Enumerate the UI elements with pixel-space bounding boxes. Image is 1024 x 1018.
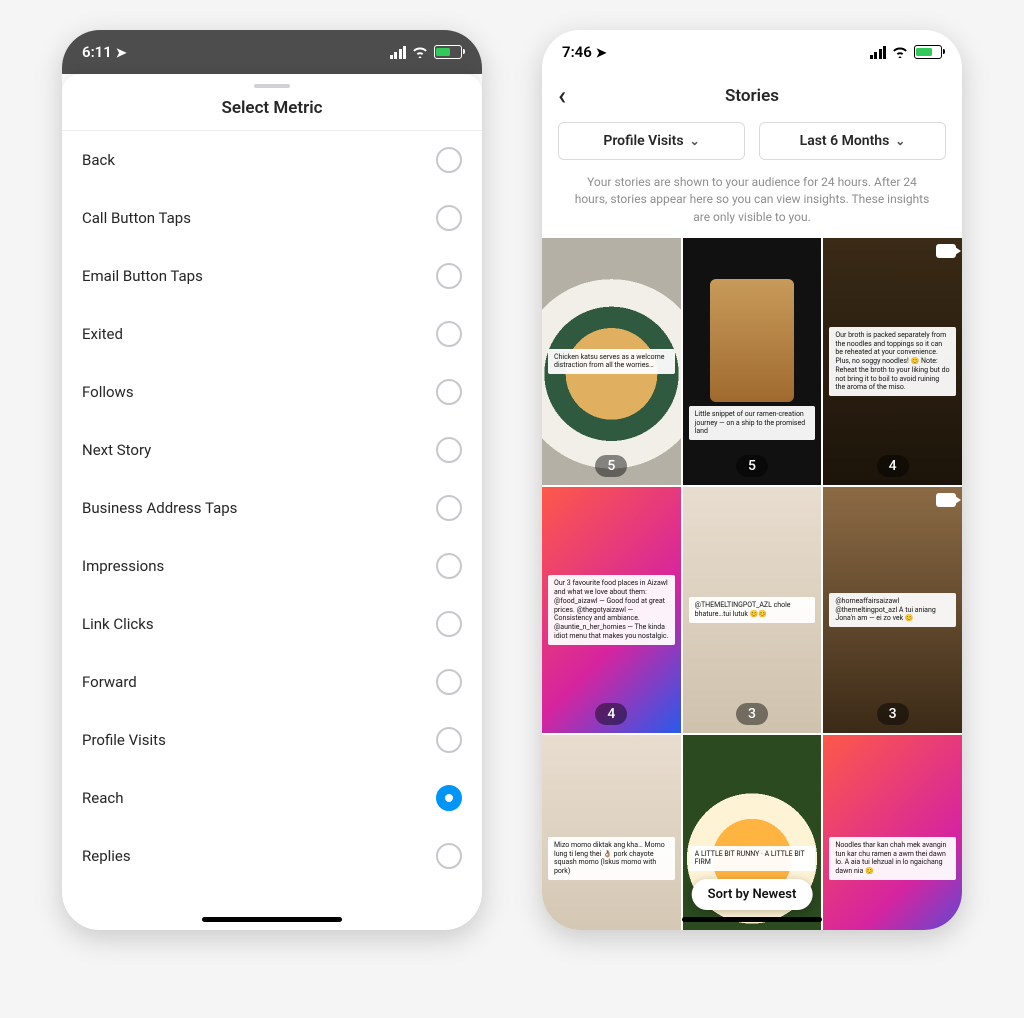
sheet-title: Select Metric <box>62 92 482 131</box>
metric-option[interactable]: Link Clicks <box>62 595 482 653</box>
metric-label: Impressions <box>82 557 164 575</box>
radio-icon[interactable] <box>436 553 462 579</box>
helper-text: Your stories are shown to your audience … <box>542 174 962 238</box>
story-tile[interactable]: @homeaffairsaizawl @themeltingpot_azl A … <box>823 487 962 734</box>
back-button[interactable]: ‹ <box>558 83 566 109</box>
radio-icon[interactable] <box>436 263 462 289</box>
metric-label: Next Story <box>82 441 151 459</box>
metric-label: Reach <box>82 789 123 807</box>
battery-icon <box>434 45 462 59</box>
story-caption: @THEMELTINGPOT_AZL chole bhature…tui lut… <box>689 597 816 623</box>
radio-icon[interactable] <box>436 321 462 347</box>
sort-button[interactable]: Sort by Newest <box>692 879 813 910</box>
stories-grid[interactable]: Chicken katsu serves as a welcome distra… <box>542 238 962 930</box>
battery-icon <box>914 45 942 59</box>
metric-label: Exited <box>82 325 123 343</box>
story-caption: A LITTLE BIT RUNNY · A LITTLE BIT FIRM <box>689 846 816 872</box>
metric-option[interactable]: Forward <box>62 653 482 711</box>
metric-label: Call Button Taps <box>82 209 191 227</box>
cellular-signal-icon <box>870 46 887 59</box>
metric-option[interactable]: Next Story <box>62 421 482 479</box>
story-caption: Mizo momo diktak ang kha… Momo lung ti l… <box>548 837 675 880</box>
story-count: 4 <box>877 455 909 477</box>
metric-option[interactable]: Email Button Taps <box>62 247 482 305</box>
status-time: 7:46➤ <box>562 43 607 61</box>
story-tile[interactable]: Chicken katsu serves as a welcome distra… <box>542 238 681 485</box>
story-count: 5 <box>736 455 768 477</box>
story-caption: Our broth is packed separately from the … <box>829 327 956 396</box>
radio-icon[interactable] <box>436 727 462 753</box>
story-tile[interactable]: Little snippet of our ramen-creation jou… <box>683 238 822 485</box>
story-tile[interactable]: Mizo momo diktak ang kha… Momo lung ti l… <box>542 735 681 930</box>
story-count: 5 <box>595 455 627 477</box>
status-time: 6:11➤ <box>82 43 127 61</box>
home-indicator[interactable] <box>202 917 342 922</box>
story-count: 3 <box>736 703 768 725</box>
select-metric-screen: 6:11➤ Select Metric Back Call Button Taps… <box>62 30 482 930</box>
range-filter[interactable]: Last 6 Months ⌄ <box>759 122 946 160</box>
video-badge-icon <box>936 493 956 507</box>
story-caption: Our 3 favourite food places in Aizawl an… <box>548 575 675 644</box>
sheet-grabber[interactable] <box>254 84 290 88</box>
radio-icon[interactable] <box>436 147 462 173</box>
wifi-icon <box>412 46 428 58</box>
metric-sheet: Select Metric Back Call Button Taps Email … <box>62 74 482 930</box>
wifi-icon <box>892 46 908 58</box>
metric-option[interactable]: Back <box>62 131 482 189</box>
metric-label: Back <box>82 151 115 169</box>
radio-icon[interactable] <box>436 611 462 637</box>
metric-option[interactable]: Impressions <box>62 537 482 595</box>
filter-row: Profile Visits ⌄ Last 6 Months ⌄ <box>542 118 962 174</box>
page-title: Stories <box>725 86 779 106</box>
radio-icon[interactable] <box>436 843 462 869</box>
radio-icon[interactable] <box>436 495 462 521</box>
chevron-down-icon: ⌄ <box>690 134 700 148</box>
story-caption: Little snippet of our ramen-creation jou… <box>689 406 816 440</box>
story-tile[interactable]: @THEMELTINGPOT_AZL chole bhature…tui lut… <box>683 487 822 734</box>
home-indicator[interactable] <box>682 917 822 922</box>
story-tile[interactable]: Our broth is packed separately from the … <box>823 238 962 485</box>
metric-filter[interactable]: Profile Visits ⌄ <box>558 122 745 160</box>
video-badge-icon <box>936 244 956 258</box>
story-caption: Chicken katsu serves as a welcome distra… <box>548 349 675 375</box>
metric-label: Follows <box>82 383 134 401</box>
metric-option[interactable]: Profile Visits <box>62 711 482 769</box>
metric-option[interactable]: Exited <box>62 305 482 363</box>
radio-icon[interactable] <box>436 785 462 811</box>
location-arrow-icon: ➤ <box>116 46 127 61</box>
metric-label: Link Clicks <box>82 615 154 633</box>
metric-option[interactable]: Replies <box>62 827 482 885</box>
radio-icon[interactable] <box>436 669 462 695</box>
radio-icon[interactable] <box>436 437 462 463</box>
chevron-down-icon: ⌄ <box>895 134 905 148</box>
metric-label: Business Address Taps <box>82 499 237 517</box>
radio-icon[interactable] <box>436 205 462 231</box>
range-filter-label: Last 6 Months <box>800 133 890 149</box>
cellular-signal-icon <box>390 46 407 59</box>
metric-list[interactable]: Back Call Button Taps Email Button Taps Exi… <box>62 131 482 930</box>
story-count: 3 <box>877 703 909 725</box>
story-caption: @homeaffairsaizawl @themeltingpot_azl A … <box>829 593 956 627</box>
status-bar: 6:11➤ <box>62 30 482 74</box>
location-arrow-icon: ➤ <box>596 46 607 61</box>
metric-option[interactable]: Business Address Taps <box>62 479 482 537</box>
metric-filter-label: Profile Visits <box>603 133 683 149</box>
status-bar: 7:46➤ <box>542 30 962 74</box>
nav-header: ‹ Stories <box>542 74 962 118</box>
story-count: 4 <box>595 703 627 725</box>
story-caption: Noodles thar kan chah mek avangin tun ka… <box>829 837 956 880</box>
metric-option[interactable]: Follows <box>62 363 482 421</box>
story-tile[interactable]: Our 3 favourite food places in Aizawl an… <box>542 487 681 734</box>
metric-option[interactable]: Call Button Taps <box>62 189 482 247</box>
stories-insights-screen: 7:46➤ ‹ Stories Profile Visits ⌄ Last 6 … <box>542 30 962 930</box>
metric-label: Email Button Taps <box>82 267 203 285</box>
metric-label: Forward <box>82 673 137 691</box>
metric-label: Replies <box>82 847 131 865</box>
sort-label: Sort by Newest <box>708 887 797 902</box>
radio-icon[interactable] <box>436 379 462 405</box>
metric-label: Profile Visits <box>82 731 166 749</box>
metric-option[interactable]: Reach <box>62 769 482 827</box>
story-tile[interactable]: Noodles thar kan chah mek avangin tun ka… <box>823 735 962 930</box>
